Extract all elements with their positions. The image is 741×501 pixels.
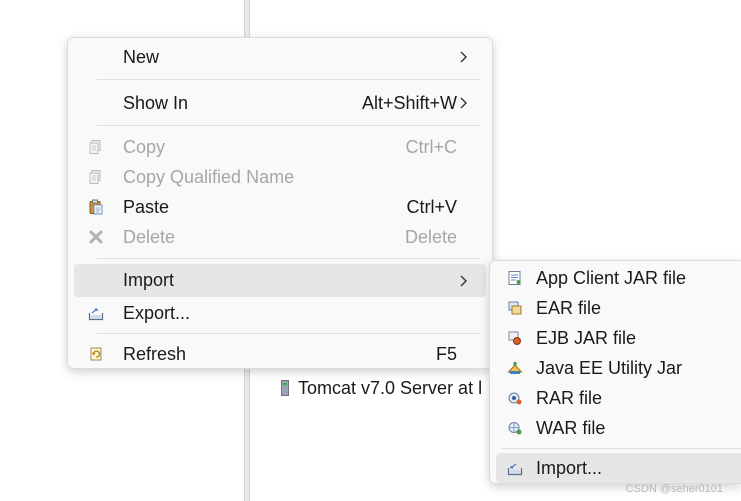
menu-item-show-in[interactable]: Show In Alt+Shift+W <box>74 88 486 118</box>
rar-file-icon <box>508 392 522 405</box>
submenu-item-label: RAR file <box>536 387 603 408</box>
delete-icon <box>89 230 103 244</box>
menu-item-label: Refresh <box>123 343 187 364</box>
submenu-item-ejb-jar[interactable]: EJB JAR file <box>496 323 741 353</box>
submenu-item-ear-file[interactable]: EAR file <box>496 293 741 323</box>
submenu-item-import[interactable]: Import... <box>496 453 741 483</box>
menu-separator <box>97 125 480 126</box>
submenu-item-java-ee-utility-jar[interactable]: Java EE Utility Jar <box>496 353 741 383</box>
export-icon <box>88 308 104 321</box>
menu-item-refresh[interactable]: Refresh F5 <box>74 339 486 369</box>
menu-item-shortcut: Ctrl+C <box>405 136 457 157</box>
submenu-item-rar-file[interactable]: RAR file <box>496 383 741 413</box>
menu-item-shortcut: Ctrl+V <box>406 196 457 217</box>
submenu-item-label: EJB JAR file <box>536 327 637 348</box>
chevron-right-icon <box>460 51 467 63</box>
submenu-item-label: WAR file <box>536 417 606 438</box>
menu-item-shortcut: Delete <box>404 226 457 247</box>
menu-item-label: Show In <box>123 92 189 113</box>
ejb-jar-icon <box>508 331 521 345</box>
app-client-jar-icon <box>508 271 521 285</box>
ear-file-icon <box>508 301 522 315</box>
copy-icon <box>89 140 101 154</box>
menu-item-export[interactable]: Export... <box>74 298 486 328</box>
submenu-separator <box>502 448 741 449</box>
war-file-icon <box>508 422 522 435</box>
menu-item-shortcut: Alt+Shift+W <box>361 92 457 113</box>
menu-item-label: Export... <box>123 302 191 323</box>
menu-item-label: Delete <box>123 226 176 247</box>
menu-item-paste[interactable]: Paste Ctrl+V <box>74 192 486 222</box>
chevron-right-icon <box>460 275 467 287</box>
menu-item-label: Import <box>123 270 175 290</box>
server-icon <box>278 379 292 397</box>
server-tree-item-label: Tomcat v7.0 Server at l <box>298 377 483 398</box>
menu-item-label: New <box>123 46 160 67</box>
menu-item-label: Paste <box>123 196 170 217</box>
menu-item-copy[interactable]: Copy Ctrl+C <box>74 132 486 162</box>
submenu-item-label: Java EE Utility Jar <box>536 357 683 378</box>
chevron-right-icon <box>460 97 467 109</box>
submenu-item-war-file[interactable]: WAR file <box>496 413 741 443</box>
submenu-item-app-client-jar[interactable]: App Client JAR file <box>496 263 741 293</box>
server-tree-item[interactable]: Tomcat v7.0 Server at l <box>278 376 482 400</box>
utility-jar-icon <box>507 362 523 374</box>
menu-item-label: Copy <box>123 136 166 157</box>
context-menu: New Show In Alt+Shift+W Copy Ctrl+C Copy… <box>67 37 493 369</box>
menu-item-shortcut: F5 <box>435 343 457 364</box>
watermark: CSDN @seher0101 <box>625 483 723 495</box>
menu-item-new[interactable]: New <box>74 42 486 72</box>
import-submenu: App Client JAR file EAR file EJB JAR fil… <box>489 260 741 484</box>
paste-icon <box>89 199 103 215</box>
menu-separator <box>97 258 480 259</box>
menu-item-copy-qualified-name[interactable]: Copy Qualified Name <box>74 162 486 192</box>
submenu-item-label: App Client JAR file <box>536 267 687 288</box>
submenu-item-label: EAR file <box>536 297 602 318</box>
refresh-icon <box>90 347 102 361</box>
copy-qualified-name-icon <box>89 170 101 184</box>
menu-separator <box>97 79 480 80</box>
menu-item-import[interactable]: Import <box>74 264 486 297</box>
menu-item-label: Copy Qualified Name <box>123 166 295 187</box>
submenu-item-label: Import... <box>536 457 603 478</box>
import-icon <box>507 463 523 476</box>
menu-item-delete[interactable]: Delete Delete <box>74 222 486 252</box>
menu-separator <box>97 333 480 334</box>
